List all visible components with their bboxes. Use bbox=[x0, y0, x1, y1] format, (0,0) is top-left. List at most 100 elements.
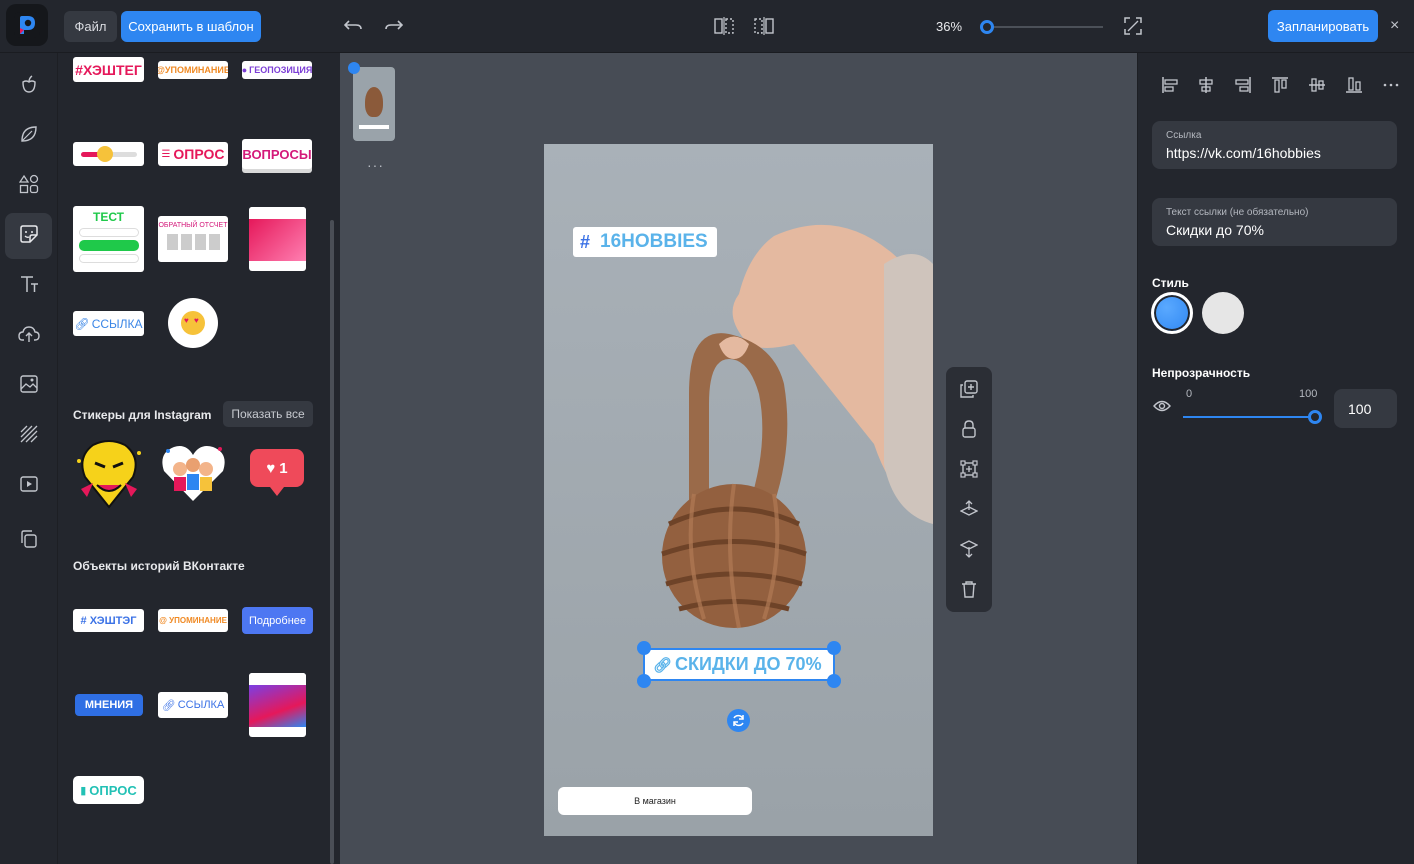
close-icon[interactable]: × bbox=[1390, 17, 1399, 35]
lock-icon[interactable] bbox=[957, 417, 981, 441]
style-title: Стиль bbox=[1152, 276, 1189, 290]
object-toolbar bbox=[946, 367, 992, 612]
zoom-slider[interactable] bbox=[980, 20, 1103, 34]
sticker-hashtag[interactable]: #ХЭШТЕГ bbox=[73, 57, 144, 82]
logo-icon[interactable] bbox=[6, 4, 48, 46]
sticker-geo[interactable]: ● ГЕОПОЗИЦИЯ bbox=[242, 61, 312, 79]
like-count: 1 bbox=[279, 459, 288, 477]
bring-forward-icon[interactable] bbox=[957, 497, 981, 521]
link-text-label: Текст ссылки (не обязательно) bbox=[1166, 207, 1309, 218]
align-bottom-icon[interactable] bbox=[1344, 75, 1364, 95]
sticker-icon bbox=[18, 223, 40, 250]
sticker-link[interactable]: 🔗︎ ССЫЛКА bbox=[73, 311, 144, 336]
vk-sticker-poll[interactable]: ▮ ОПРОС bbox=[73, 776, 144, 804]
thumbnail-bar bbox=[359, 125, 389, 129]
flip-horizontal-icon[interactable] bbox=[712, 14, 736, 38]
rail-item-fruit[interactable] bbox=[5, 63, 52, 109]
vk-sticker-mention[interactable]: @ УПОМИНАНИЕ bbox=[158, 609, 228, 632]
zoom-slider-handle[interactable] bbox=[980, 20, 995, 34]
rail-item-images[interactable] bbox=[5, 363, 52, 409]
story-link-sticker[interactable]: 🔗︎ СКИДКИ ДО 70% bbox=[643, 648, 835, 681]
rail-item-video[interactable] bbox=[5, 463, 52, 509]
resize-handle-top-right[interactable] bbox=[827, 641, 841, 655]
sticker-mention[interactable]: @УПОМИНАНИЕ bbox=[158, 61, 228, 79]
resize-handle-bottom-left[interactable] bbox=[637, 674, 651, 688]
apple-icon bbox=[19, 74, 39, 99]
poll-bars-icon: ▮ bbox=[80, 784, 87, 797]
vk-sticker-opinions[interactable]: МНЕНИЯ bbox=[75, 694, 143, 716]
hash-symbol: # bbox=[580, 231, 591, 252]
rotate-icon[interactable] bbox=[727, 709, 750, 732]
sticker-post-card[interactable] bbox=[249, 207, 306, 271]
vk-sticker-link[interactable]: 🔗︎ ССЫЛКА bbox=[158, 692, 228, 718]
flip-vertical-icon[interactable] bbox=[752, 14, 776, 38]
rail-item-templates[interactable] bbox=[5, 518, 52, 564]
vk-sticker-more[interactable]: Подробнее bbox=[242, 607, 313, 634]
slide-thumbnail[interactable] bbox=[353, 67, 395, 141]
crop-icon[interactable] bbox=[957, 457, 981, 481]
opacity-slider-handle[interactable] bbox=[1308, 410, 1322, 424]
more-icon[interactable]: ··· bbox=[367, 157, 384, 173]
sticker-quiz-label: ТЕСТ bbox=[92, 210, 125, 224]
text-icon bbox=[19, 274, 39, 299]
cartoon-face-icon bbox=[77, 440, 141, 509]
visibility-icon[interactable] bbox=[1153, 399, 1171, 418]
rail-item-backgrounds[interactable] bbox=[5, 413, 52, 459]
schedule-button[interactable]: Запланировать bbox=[1268, 10, 1378, 42]
shop-button[interactable]: В магазин bbox=[558, 787, 752, 815]
align-center-vertical-icon[interactable] bbox=[1307, 75, 1327, 95]
rail-item-upload[interactable] bbox=[5, 313, 52, 359]
align-center-horizontal-icon[interactable] bbox=[1196, 75, 1216, 95]
sticker-emoji-slider[interactable] bbox=[73, 142, 144, 166]
top-bar: Файл Сохранить в шаблон 36% Запланироват… bbox=[0, 0, 1414, 53]
story-hashtag-sticker[interactable]: # 16HOBBIES bbox=[573, 227, 717, 257]
show-all-button[interactable]: Показать все bbox=[223, 401, 313, 427]
panel-scrollbar[interactable] bbox=[330, 220, 334, 864]
file-menu-button[interactable]: Файл bbox=[64, 11, 117, 42]
leaf-icon bbox=[19, 124, 39, 149]
resize-handle-bottom-right[interactable] bbox=[827, 674, 841, 688]
sticker-friends-heart[interactable] bbox=[160, 441, 227, 503]
opacity-input[interactable]: 100 bbox=[1334, 389, 1397, 428]
zoom-level: 36% bbox=[936, 19, 963, 34]
rail-item-text[interactable] bbox=[5, 263, 52, 309]
sticker-emoji-reaction[interactable]: ♥ ♥ bbox=[168, 298, 218, 348]
post-image bbox=[249, 219, 306, 261]
sticker-countdown[interactable]: ОБРАТНЫЙ ОТСЧЕТ bbox=[158, 216, 228, 262]
align-right-icon[interactable] bbox=[1233, 75, 1253, 95]
sticker-questions[interactable]: ВОПРОСЫ bbox=[242, 139, 312, 169]
location-pin-icon: ● bbox=[242, 65, 248, 75]
upload-icon bbox=[17, 325, 40, 348]
sticker-cartoon-face[interactable] bbox=[73, 437, 145, 515]
rail-item-shapes[interactable] bbox=[5, 163, 52, 209]
rail-item-decor[interactable] bbox=[5, 113, 52, 159]
sticker-like-counter[interactable]: ♥ 1 bbox=[250, 449, 304, 497]
rail-item-stickers[interactable] bbox=[5, 213, 52, 259]
style-swatch-light[interactable] bbox=[1202, 292, 1244, 334]
resize-handle-top-left[interactable] bbox=[637, 641, 651, 655]
smiling-face-icon bbox=[97, 146, 113, 162]
fullscreen-icon[interactable] bbox=[1121, 14, 1145, 38]
more-options-icon[interactable] bbox=[1381, 75, 1401, 95]
style-swatch-blue[interactable] bbox=[1151, 292, 1193, 334]
link-text-value[interactable]: Скидки до 70% bbox=[1166, 222, 1264, 238]
undo-icon[interactable] bbox=[341, 14, 365, 38]
vk-sticker-post-card[interactable] bbox=[249, 673, 306, 737]
sticker-poll[interactable]: ☰ ОПРОС bbox=[158, 142, 228, 166]
redo-icon[interactable] bbox=[382, 14, 406, 38]
link-url-field[interactable]: Ссылка https://vk.com/16hobbies bbox=[1152, 121, 1397, 169]
link-text-field[interactable]: Текст ссылки (не обязательно) Скидки до … bbox=[1152, 198, 1397, 246]
align-top-icon[interactable] bbox=[1270, 75, 1290, 95]
send-backward-icon[interactable] bbox=[957, 537, 981, 561]
duplicate-icon[interactable] bbox=[957, 377, 981, 401]
friends-heart-icon bbox=[162, 446, 225, 501]
trash-icon[interactable] bbox=[957, 577, 981, 601]
vk-sticker-hashtag[interactable]: # ХЭШТЭГ bbox=[73, 609, 144, 632]
post-header bbox=[249, 207, 306, 219]
image-icon bbox=[19, 374, 39, 399]
sticker-quiz[interactable]: ТЕСТ bbox=[73, 206, 144, 272]
align-left-icon[interactable] bbox=[1160, 75, 1180, 95]
save-template-button[interactable]: Сохранить в шаблон bbox=[121, 11, 261, 42]
link-url-value[interactable]: https://vk.com/16hobbies bbox=[1166, 145, 1321, 161]
opacity-slider[interactable] bbox=[1183, 410, 1322, 424]
